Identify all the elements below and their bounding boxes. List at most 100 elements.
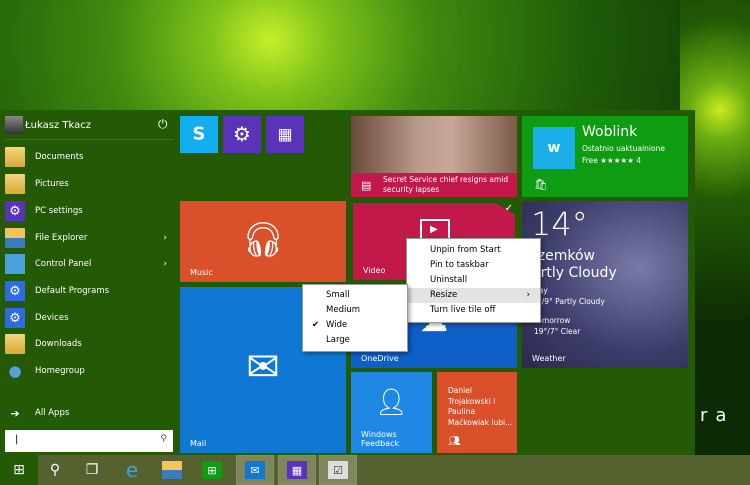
- calendar-icon: ▦: [287, 461, 307, 479]
- tile-news[interactable]: ▤ Secret Service chief resigns amid secu…: [351, 116, 517, 197]
- menu-item-label: Wide: [326, 320, 348, 330]
- avatar: [5, 116, 23, 134]
- chevron-right-icon[interactable]: ›: [163, 233, 167, 243]
- taskbar-file-explorer[interactable]: [153, 455, 191, 485]
- tile-music[interactable]: 🎧︎ Music: [180, 201, 346, 282]
- menu-item-label: Medium: [326, 305, 360, 315]
- skype-icon: S: [192, 122, 206, 144]
- start-left-panel: Łukasz Tkacz ⏻ Documents Pictures ⚙ PC se…: [0, 110, 178, 455]
- chevron-right-icon: ›: [526, 290, 530, 300]
- weather-tomorrow: 19°/7° Clear: [534, 327, 581, 336]
- sidebar-item-default-programs[interactable]: ⚙ Default Programs: [5, 280, 175, 302]
- people-notification: Daniel Trojakowski i Paulina Maćkowiak l…: [448, 386, 513, 427]
- tile-label: Mail: [190, 439, 207, 448]
- taskbar-calendar[interactable]: ▦: [278, 455, 316, 485]
- all-apps-button[interactable]: ➔ All Apps: [5, 402, 175, 424]
- tile-calendar[interactable]: ▦: [266, 116, 304, 153]
- search-input[interactable]: | ⚲: [5, 430, 173, 452]
- tile-skype[interactable]: S: [180, 116, 218, 153]
- weather-city: rzemków: [532, 248, 595, 264]
- item-label: Documents: [35, 152, 84, 162]
- start-menu: Łukasz Tkacz ⏻ Documents Pictures ⚙ PC se…: [0, 110, 695, 455]
- resize-medium[interactable]: Medium: [303, 303, 407, 318]
- tile-windows-feedback[interactable]: 👤︎ Windows Feedback: [351, 372, 432, 453]
- tile-context-menu: Unpin from Start Pin to taskbar Uninstal…: [406, 238, 541, 323]
- item-label: PC settings: [35, 206, 83, 216]
- item-label: Homegroup: [35, 366, 85, 376]
- sidebar-item-pictures[interactable]: Pictures: [5, 173, 175, 195]
- taskbar-app[interactable]: ☑: [319, 455, 357, 485]
- sidebar-item-devices[interactable]: ⚙ Devices: [5, 307, 175, 329]
- gear-icon: ⚙: [233, 121, 251, 146]
- homegroup-icon: ●: [8, 362, 22, 380]
- downloads-folder-icon: [5, 334, 25, 354]
- menu-item-unpin-from-start[interactable]: Unpin from Start: [407, 243, 540, 258]
- arrow-right-icon: ➔: [10, 406, 20, 420]
- windows-logo-icon: ⊞: [13, 462, 25, 478]
- gear-icon: ⚙: [5, 201, 25, 221]
- power-icon[interactable]: ⏻: [158, 117, 168, 132]
- checkmark-icon: ✓: [504, 203, 513, 214]
- menu-item-label: Large: [326, 335, 350, 345]
- search-value: |: [15, 434, 19, 445]
- checklist-icon: ☑: [328, 461, 348, 479]
- menu-item-pin-to-taskbar[interactable]: Pin to taskbar: [407, 258, 540, 273]
- wallpaper-text: ra: [700, 405, 735, 426]
- menu-item-turn-live-tile-off[interactable]: Turn live tile off: [407, 303, 540, 318]
- news-icon: ▤: [361, 179, 372, 192]
- headphones-icon: 🎧︎: [241, 219, 285, 260]
- user-name: Łukasz Tkacz: [25, 119, 91, 131]
- user-account[interactable]: Łukasz Tkacz: [5, 116, 91, 134]
- file-explorer-icon: [5, 228, 25, 248]
- pictures-folder-icon: [5, 174, 25, 194]
- menu-item-label: Small: [326, 290, 350, 300]
- tile-label: Music: [190, 268, 213, 277]
- weather-today: °/9° Partly Cloudy: [538, 297, 605, 306]
- taskbar-search[interactable]: ⚲: [36, 455, 74, 485]
- sidebar-item-downloads[interactable]: Downloads: [5, 333, 175, 355]
- news-banner: ▤ Secret Service chief resigns amid secu…: [351, 173, 517, 197]
- calendar-icon: ▦: [277, 124, 293, 144]
- sidebar-item-pc-settings[interactable]: ⚙ PC settings: [5, 200, 175, 222]
- item-label: Pictures: [35, 179, 69, 189]
- people-icon: 👥︎: [448, 436, 461, 447]
- taskbar-mail[interactable]: ✉: [236, 455, 274, 485]
- all-apps-label: All Apps: [35, 408, 70, 418]
- menu-item-uninstall[interactable]: Uninstall: [407, 273, 540, 288]
- search-icon: ⚲: [49, 462, 61, 478]
- feedback-person-icon: 👤︎: [374, 387, 409, 418]
- divider: [5, 139, 173, 140]
- resize-small[interactable]: Small: [303, 288, 407, 303]
- tile-woblink[interactable]: w Woblink Ostatnio uaktualnione Free ★★★…: [522, 116, 688, 197]
- taskbar-internet-explorer[interactable]: e: [113, 455, 151, 485]
- mail-icon: ✉: [245, 461, 265, 479]
- taskbar-task-view[interactable]: ❐: [73, 455, 111, 485]
- checkmark-icon: ✔: [312, 320, 320, 330]
- chevron-right-icon[interactable]: ›: [163, 259, 167, 269]
- tile-people[interactable]: Daniel Trojakowski i Paulina Maćkowiak l…: [437, 372, 517, 453]
- sidebar-item-documents[interactable]: Documents: [5, 146, 175, 168]
- tile-label: Windows Feedback: [361, 430, 400, 448]
- start-button[interactable]: ⊞: [0, 455, 38, 485]
- tile-label: OneDrive: [361, 354, 399, 363]
- resize-large[interactable]: Large: [303, 333, 407, 348]
- woblink-logo: w: [533, 127, 575, 169]
- menu-item-label: Resize: [430, 290, 458, 300]
- resize-submenu: Small Medium ✔ Wide Large: [302, 284, 408, 352]
- app-subtitle: Ostatnio uaktualnione: [582, 144, 665, 153]
- taskbar: ⊞ ⚲ ❐ e ⊞ ✉ ▦ ☑: [0, 455, 750, 485]
- tile-label: Weather: [532, 354, 566, 363]
- store-icon: 🛍︎: [534, 178, 548, 191]
- item-label: File Explorer: [35, 233, 88, 243]
- sidebar-item-file-explorer[interactable]: File Explorer ›: [5, 227, 175, 249]
- sidebar-item-control-panel[interactable]: Control Panel ›: [5, 253, 175, 275]
- tile-weather[interactable]: 14° rzemków artly Cloudy day °/9° Partly…: [522, 201, 688, 368]
- search-icon[interactable]: ⚲: [160, 434, 167, 444]
- menu-item-resize[interactable]: Resize ›: [407, 288, 540, 303]
- sidebar-item-homegroup[interactable]: ● Homegroup: [5, 360, 175, 382]
- tile-pc-settings[interactable]: ⚙: [223, 116, 261, 153]
- taskbar-store[interactable]: ⊞: [193, 455, 231, 485]
- news-headline: Secret Service chief resigns amid securi…: [383, 175, 509, 194]
- control-panel-icon: [5, 254, 25, 274]
- resize-wide[interactable]: ✔ Wide: [303, 318, 407, 333]
